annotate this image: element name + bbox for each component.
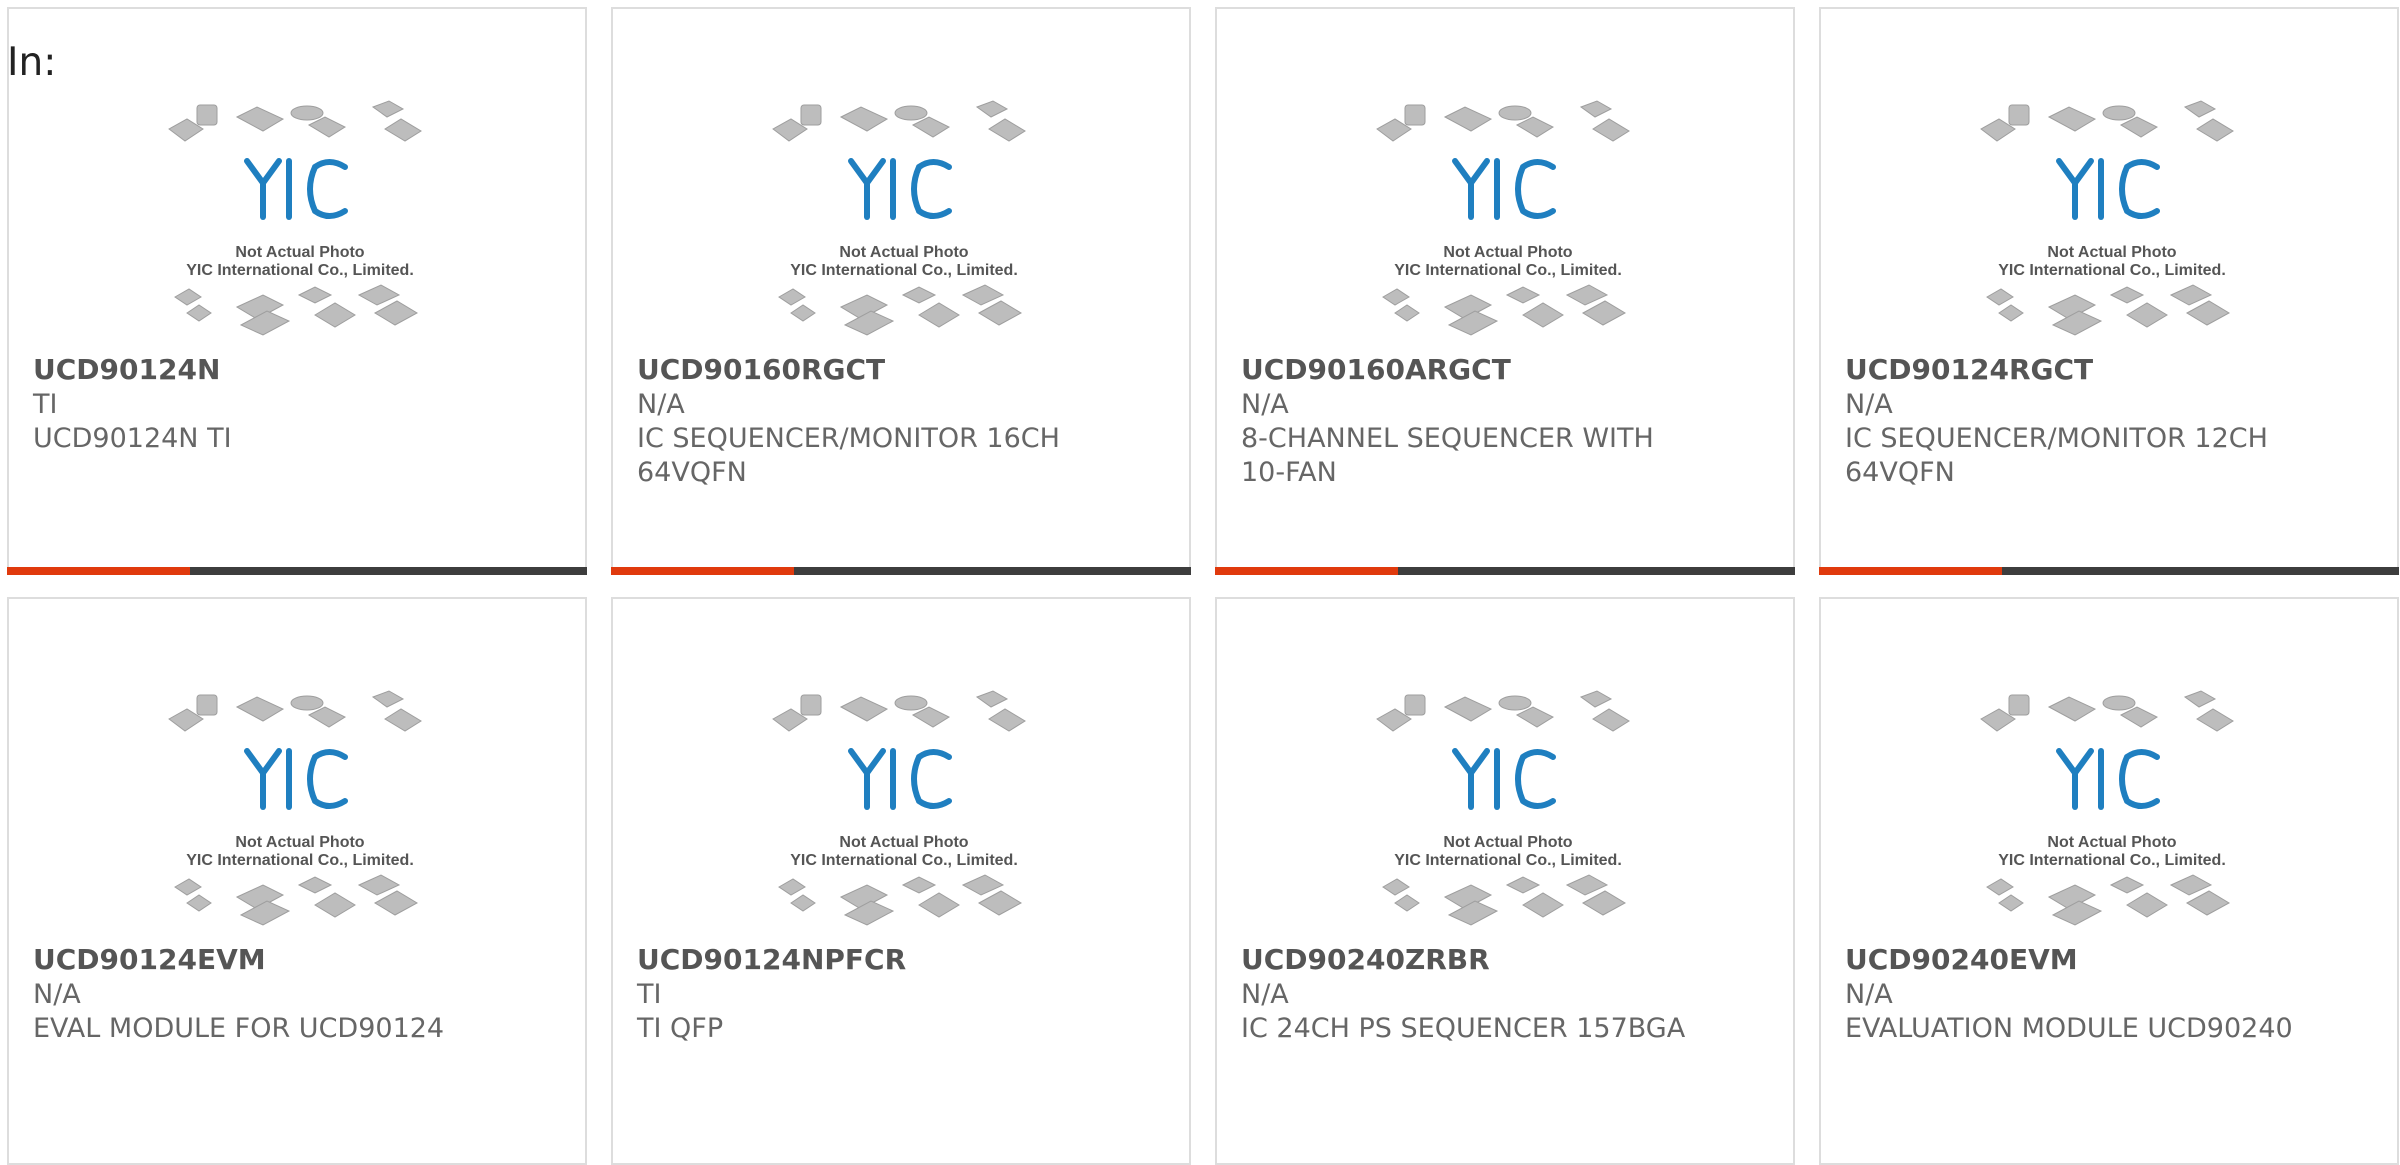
product-info: UCD90240ZRBR N/A IC 24CH PS SEQUENCER 15… xyxy=(1241,942,1771,1046)
card-bar-accent xyxy=(611,567,794,575)
product-info: UCD90160ARGCT N/A 8-CHANNEL SEQUENCER WI… xyxy=(1241,352,1771,490)
product-info: UCD90124RGCT N/A IC SEQUENCER/MONITOR 12… xyxy=(1845,352,2375,490)
product-card[interactable]: Not Actual Photo YIC International Co., L… xyxy=(611,7,1191,575)
product-card[interactable]: Not Actual Photo YIC International Co., L… xyxy=(1215,597,1795,1165)
product-info: UCD90124EVM N/A EVAL MODULE FOR UCD90124 xyxy=(33,942,563,1046)
product-description: TI QFP xyxy=(637,1013,724,1044)
card-bottom-bar xyxy=(1215,567,1795,575)
card-bottom-bar xyxy=(611,567,1191,575)
ic-chip-package-icon: Not Actual PhotoYIC International Co., L… xyxy=(1376,100,1630,336)
product-info: UCD90160RGCT N/A IC SEQUENCER/MONITOR 16… xyxy=(637,352,1167,490)
svg-text:Not Actual Photo: Not Actual Photo xyxy=(839,834,968,851)
product-info: UCD90124N TI UCD90124N TI xyxy=(33,352,563,456)
product-info: UCD90240EVM N/A EVALUATION MODULE UCD902… xyxy=(1845,942,2375,1046)
product-card[interactable]: Not Actual Photo YIC International Co., L… xyxy=(7,597,587,1165)
svg-text:Not Actual Photo: Not Actual Photo xyxy=(1443,834,1572,851)
product-grid: Not Actual Photo YIC International Co., L… xyxy=(7,7,2400,1165)
svg-text:YIC International Co., Limited: YIC International Co., Limited. xyxy=(1394,262,1622,279)
svg-text:Not Actual Photo: Not Actual Photo xyxy=(1443,244,1572,261)
product-description: IC SEQUENCER/MONITOR 16CH 64VQFN xyxy=(637,423,1060,488)
ic-chip-package-icon: Not Actual PhotoYIC International Co., L… xyxy=(1980,100,2234,336)
product-photo: Not Actual Photo YIC International Co., L… xyxy=(159,689,441,939)
product-card[interactable]: Not Actual Photo YIC International Co., L… xyxy=(1215,7,1795,575)
svg-text:YIC International Co., Limited: YIC International Co., Limited. xyxy=(790,852,1018,869)
product-description: EVALUATION MODULE UCD90240 xyxy=(1845,1013,2293,1044)
svg-text:YIC International Co., Limited: YIC International Co., Limited. xyxy=(186,852,414,869)
ic-chip-package-icon: Not Actual PhotoYIC International Co., L… xyxy=(1376,690,1630,926)
product-description: IC 24CH PS SEQUENCER 157BGA xyxy=(1241,1013,1686,1044)
product-manufacturer: N/A xyxy=(1241,979,1289,1010)
product-part-number[interactable]: UCD90124NPFCR xyxy=(637,942,1167,978)
product-info: UCD90124NPFCR TI TI QFP xyxy=(637,942,1167,1046)
product-manufacturer: N/A xyxy=(1845,389,1893,420)
product-manufacturer: N/A xyxy=(1241,389,1289,420)
product-part-number[interactable]: UCD90124RGCT xyxy=(1845,352,2375,388)
svg-text:YIC International Co., Limited: YIC International Co., Limited. xyxy=(1998,852,2226,869)
product-description: 8-CHANNEL SEQUENCER WITH 10-FAN xyxy=(1241,423,1654,488)
svg-text:Not Actual Photo: Not Actual Photo xyxy=(235,244,364,261)
ic-chip-package-icon: Not Actual PhotoYIC International Co., L… xyxy=(1980,690,2234,926)
ic-chip-package-icon: Not Actual PhotoYIC International Co., L… xyxy=(772,100,1026,336)
product-photo: Not Actual Photo YIC International Co., L… xyxy=(1971,689,2253,939)
ic-chip-package-icon: Not Actual PhotoYIC International Co., L… xyxy=(168,690,422,926)
ic-chip-package-icon: Not Actual PhotoYIC International Co., L… xyxy=(168,100,422,336)
card-bar-accent xyxy=(7,567,190,575)
product-manufacturer: N/A xyxy=(1845,979,1893,1010)
svg-text:Not Actual Photo: Not Actual Photo xyxy=(2047,834,2176,851)
card-bar-accent xyxy=(1819,567,2002,575)
product-part-number[interactable]: UCD90124N xyxy=(33,352,563,388)
results-heading: In: xyxy=(7,40,57,85)
product-photo: Not Actual Photo YIC International Co., L… xyxy=(1367,99,1649,349)
product-photo: Not Actual Photo YIC International Co., L… xyxy=(159,99,441,349)
product-card[interactable]: Not Actual Photo YIC International Co., L… xyxy=(1819,597,2399,1165)
product-photo: Not Actual Photo YIC International Co., L… xyxy=(1971,99,2253,349)
ic-chip-package-icon: Not Actual PhotoYIC International Co., L… xyxy=(772,690,1026,926)
card-bottom-bar xyxy=(1819,567,2399,575)
svg-text:YIC International Co., Limited: YIC International Co., Limited. xyxy=(1998,262,2226,279)
product-manufacturer: N/A xyxy=(33,979,81,1010)
product-card[interactable]: Not Actual Photo YIC International Co., L… xyxy=(1819,7,2399,575)
svg-text:Not Actual Photo: Not Actual Photo xyxy=(235,834,364,851)
product-part-number[interactable]: UCD90160RGCT xyxy=(637,352,1167,388)
product-manufacturer: TI xyxy=(637,979,662,1010)
product-description: UCD90124N TI xyxy=(33,423,232,454)
card-bar-accent xyxy=(1215,567,1398,575)
svg-text:Not Actual Photo: Not Actual Photo xyxy=(2047,244,2176,261)
product-part-number[interactable]: UCD90124EVM xyxy=(33,942,563,978)
svg-text:YIC International Co., Limited: YIC International Co., Limited. xyxy=(790,262,1018,279)
product-manufacturer: N/A xyxy=(637,389,685,420)
product-manufacturer: TI xyxy=(33,389,58,420)
product-part-number[interactable]: UCD90240EVM xyxy=(1845,942,2375,978)
product-card[interactable]: Not Actual Photo YIC International Co., L… xyxy=(7,7,587,575)
product-photo: Not Actual Photo YIC International Co., L… xyxy=(763,99,1045,349)
svg-text:YIC International Co., Limited: YIC International Co., Limited. xyxy=(186,262,414,279)
product-part-number[interactable]: UCD90160ARGCT xyxy=(1241,352,1771,388)
svg-text:YIC International Co., Limited: YIC International Co., Limited. xyxy=(1394,852,1622,869)
product-card[interactable]: Not Actual Photo YIC International Co., L… xyxy=(611,597,1191,1165)
product-photo: Not Actual Photo YIC International Co., L… xyxy=(763,689,1045,939)
svg-text:Not Actual Photo: Not Actual Photo xyxy=(839,244,968,261)
product-part-number[interactable]: UCD90240ZRBR xyxy=(1241,942,1771,978)
product-photo: Not Actual Photo YIC International Co., L… xyxy=(1367,689,1649,939)
product-description: EVAL MODULE FOR UCD90124 xyxy=(33,1013,445,1044)
card-bottom-bar xyxy=(7,567,587,575)
product-description: IC SEQUENCER/MONITOR 12CH 64VQFN xyxy=(1845,423,2268,488)
